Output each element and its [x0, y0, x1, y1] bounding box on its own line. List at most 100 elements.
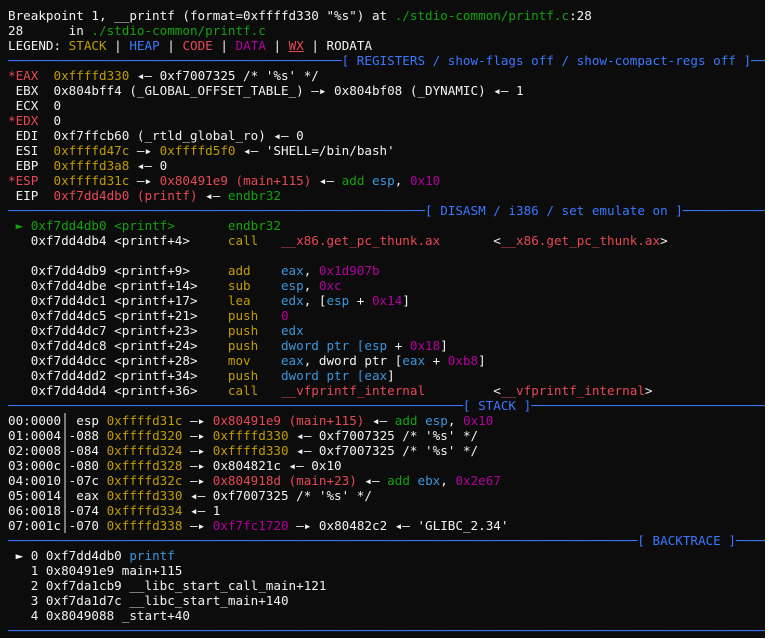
- text-segment: endbr32: [227, 218, 281, 233]
- text-segment: 0xffffd330: [212, 428, 289, 443]
- text-segment: __vfprintf_internal: [280, 383, 426, 398]
- text-segment: 0xffffd328: [106, 458, 183, 473]
- text-segment: ◂— 0xf7007325 /* '%s' */: [288, 443, 479, 458]
- disasm-row: 0xf7dd4dc8 <printf+24> push dword ptr [e…: [8, 338, 765, 353]
- text-segment: 0xffffd5f0: [159, 143, 236, 158]
- text-segment: —▸: [129, 173, 160, 188]
- text-segment: 0xf7dd4db4 <printf+4>: [8, 233, 228, 248]
- text-segment: esp: [364, 338, 388, 353]
- text-segment: >: [644, 383, 653, 398]
- text-segment: lea: [227, 293, 281, 308]
- text-segment: ◂—: [356, 473, 388, 488]
- text-segment: sub: [227, 278, 281, 293]
- text-segment: |: [303, 38, 327, 53]
- text-segment: EBP: [8, 158, 54, 173]
- text-segment: 0xf7dd4dc1 <printf+17>: [8, 293, 228, 308]
- text-segment: 03:000c│-080: [8, 458, 107, 473]
- text-segment: call: [227, 383, 281, 398]
- disasm-row: 0xf7dd4dcc <printf+28> mov eax, dword pt…: [8, 353, 765, 368]
- text-segment: 0x18: [409, 338, 441, 353]
- text-segment: edx: [280, 323, 304, 338]
- text-segment: 0: [53, 113, 62, 128]
- disasm-row: ► 0xf7dd4db0 <printf> endbr32: [8, 218, 765, 233]
- disasm-row: 0xf7dd4db4 <printf+4> call __x86.get_pc_…: [8, 233, 765, 248]
- text-segment: 0x10: [409, 173, 441, 188]
- disasm-row: 0xf7dd4dc5 <printf+21> push 0: [8, 308, 765, 323]
- breakpoint-line: Breakpoint 1, __printf (format=0xffffd33…: [8, 8, 765, 23]
- register-row: EBX 0x804bff4 (_GLOBAL_OFFSET_TABLE_) —▸…: [8, 83, 765, 98]
- backtrace-panel: ► 0 0xf7dd4db0 printf 1 0x80491e9 main+1…: [8, 548, 765, 623]
- text-segment: printf: [129, 548, 175, 563]
- stack-title: STACK: [478, 398, 517, 413]
- text-segment: *ESP: [8, 173, 54, 188]
- registers-panel: *EAX 0xffffd330 ◂— 0xf7007325 /* '%s' */…: [8, 68, 765, 203]
- text-segment: eax: [402, 353, 426, 368]
- text-segment: *EAX: [8, 68, 54, 83]
- text-segment: ◂—: [197, 188, 228, 203]
- terminal-window[interactable]: Breakpoint 1, __printf (format=0xffffd33…: [0, 0, 767, 638]
- text-segment: 0x14: [371, 293, 403, 308]
- text-segment: |: [159, 38, 183, 53]
- text-segment: 0xffffd31c: [53, 173, 130, 188]
- text-segment: 01:0004│-088: [8, 428, 107, 443]
- text-segment: esp: [326, 293, 350, 308]
- text-segment: ESI: [8, 143, 54, 158]
- text-segment: ECX 0: [8, 98, 62, 113]
- registers-title: REGISTERS / show-flags off / show-compac…: [356, 53, 736, 68]
- text-segment: 0xffffd330: [53, 68, 130, 83]
- text-segment: WX: [288, 38, 304, 53]
- text-segment: *EDX: [8, 113, 54, 128]
- disasm-row: [8, 248, 765, 263]
- text-segment: 0xffffd334: [106, 503, 183, 518]
- text-segment: 0xf7dd4db0 (printf): [53, 188, 198, 203]
- register-row: ECX 0: [8, 98, 765, 113]
- text-segment: 0xf7dd4dd2 <printf+34>: [8, 368, 228, 383]
- text-segment: 0xffffd338: [106, 518, 183, 533]
- text-segment: 0xf7dd4dbe <printf+14>: [8, 278, 228, 293]
- text-segment: CODE: [182, 38, 213, 53]
- register-row: *EAX 0xffffd330 ◂— 0xf7007325 /* '%s' */: [8, 68, 765, 83]
- text-segment: 0xf7dd4db9 <printf+9>: [8, 263, 228, 278]
- text-segment: 0xb8: [447, 353, 479, 368]
- text-segment: 3 0xf7da1d7c __libc_start_main+140: [8, 593, 289, 608]
- backtrace-row: 4 0x8049088 _start+40: [8, 608, 765, 623]
- text-segment: EIP: [8, 188, 54, 203]
- stack-header: ────────────────────────────────────────…: [8, 398, 767, 413]
- text-segment: EBX 0x804bff4 (_GLOBAL_OFFSET_TABLE_) —▸…: [8, 83, 524, 98]
- text-segment: —▸: [182, 518, 213, 533]
- text-segment: 0xf7dd4dd4 <printf+36>: [8, 383, 228, 398]
- text-segment: add: [341, 173, 373, 188]
- backtrace-row: ► 0 0xf7dd4db0 printf: [8, 548, 765, 563]
- text-segment: —▸: [129, 143, 160, 158]
- stack-row: 00:0000│ esp 0xffffd31c —▸ 0x80491e9 (ma…: [8, 413, 765, 428]
- text-segment: endbr32: [227, 188, 281, 203]
- text-segment: ◂—: [364, 413, 395, 428]
- text-segment: 0xffffd32c: [106, 473, 183, 488]
- text-segment: esp: [425, 413, 448, 428]
- stack-row: 05:0014│ eax 0xffffd330 ◂— 0xf7007325 /*…: [8, 488, 765, 503]
- text-segment: mov: [227, 353, 281, 368]
- text-segment: |: [106, 38, 130, 53]
- stack-row: 06:0018│-074 0xffffd334 ◂— 1: [8, 503, 765, 518]
- text-segment: dword ptr [: [280, 338, 365, 353]
- footer-rule: ────────────────────────────────────────…: [8, 623, 767, 638]
- text-segment: ,: [440, 473, 456, 488]
- register-row: EIP 0xf7dd4db0 (printf) ◂— endbr32: [8, 188, 765, 203]
- text-segment: |: [265, 38, 289, 53]
- text-segment: 0xffffd330: [106, 488, 183, 503]
- text-segment: >: [660, 233, 668, 248]
- text-segment: 28 in: [8, 23, 92, 38]
- text-segment: esp: [372, 173, 395, 188]
- text-segment: eax: [280, 263, 304, 278]
- text-segment: 0xffffd324: [106, 443, 183, 458]
- text-segment: ,: [394, 173, 410, 188]
- text-segment: 0x1d907b: [318, 263, 380, 278]
- text-segment: +: [425, 353, 448, 368]
- disasm-row: 0xf7dd4dc1 <printf+17> lea edx, [esp + 0…: [8, 293, 765, 308]
- text-segment: eax: [280, 353, 304, 368]
- text-segment: __vfprintf_internal: [500, 383, 645, 398]
- register-row: ESI 0xffffd47c —▸ 0xffffd5f0 ◂— 'SHELL=/…: [8, 143, 765, 158]
- text-segment: __x86.get_pc_thunk.ax: [500, 233, 661, 248]
- text-segment: ]: [387, 368, 395, 383]
- text-segment: push: [227, 338, 281, 353]
